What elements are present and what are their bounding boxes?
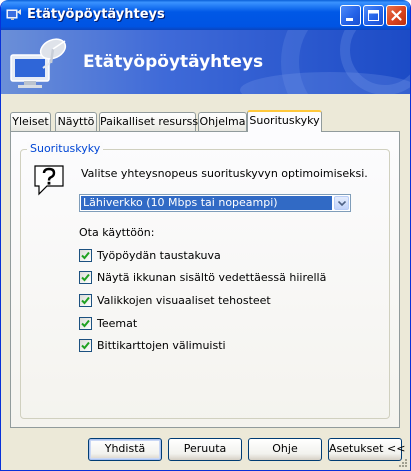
checkbox[interactable] xyxy=(79,271,92,284)
checkmark-icon xyxy=(81,251,90,260)
speed-prompt: Valitse yhteysnopeus suorituskyvyn optim… xyxy=(81,167,368,180)
checkmark-icon xyxy=(81,319,90,328)
performance-tab-panel: Suorituskyky Valitse yhteysnopeus suorit… xyxy=(10,131,400,428)
checkbox[interactable] xyxy=(79,249,92,262)
tab-general[interactable]: Yleiset xyxy=(10,112,51,131)
tab-strip: Yleiset Näyttö Paikalliset resurssit Ohj… xyxy=(10,110,400,132)
connection-speed-select[interactable]: Lähiverkko (10 Mbps tai nopeampi) xyxy=(79,194,351,212)
close-button[interactable] xyxy=(386,5,407,26)
banner-title: Etätyöpöytäyhteys xyxy=(83,52,264,72)
allow-label: Ota käyttöön: xyxy=(79,226,155,239)
group-title: Suorituskyky xyxy=(27,142,104,155)
header-banner: Etätyöpöytäyhteys xyxy=(1,30,410,94)
checkbox-label: Bittikarttojen välimuisti xyxy=(97,339,226,352)
options-button[interactable]: Asetukset << xyxy=(328,438,405,461)
cancel-button[interactable]: Peruuta xyxy=(168,438,242,461)
maximize-button[interactable] xyxy=(363,5,384,26)
remote-desktop-icon xyxy=(6,9,21,20)
tab-performance[interactable]: Suorituskyky xyxy=(247,110,322,132)
title-bar[interactable]: Etätyöpöytäyhteys xyxy=(1,0,410,30)
maximize-icon xyxy=(368,10,379,21)
checkbox-label: Näytä ikkunan sisältö vedettäessä hiirel… xyxy=(97,271,327,284)
minimize-icon xyxy=(346,18,353,21)
tab-display[interactable]: Näyttö xyxy=(55,112,97,131)
resize-grip-icon[interactable] xyxy=(398,458,408,468)
checkbox[interactable] xyxy=(79,317,92,330)
checkmark-icon xyxy=(81,296,90,305)
dropdown-button[interactable] xyxy=(334,196,349,210)
performance-groupbox: Suorituskyky Valitse yhteysnopeus suorit… xyxy=(20,142,390,419)
window-title: Etätyöpöytäyhteys xyxy=(27,7,165,22)
question-icon xyxy=(34,165,64,196)
checkmark-icon xyxy=(81,273,90,282)
checkbox-label: Työpöydän taustakuva xyxy=(97,249,221,262)
remote-desktop-logo-icon xyxy=(10,38,67,88)
checkmark-icon xyxy=(81,341,90,350)
checkbox[interactable] xyxy=(79,294,92,307)
checkbox[interactable] xyxy=(79,339,92,352)
close-icon xyxy=(391,10,402,21)
connection-speed-value: Lähiverkko (10 Mbps tai nopeampi) xyxy=(81,196,332,210)
tab-programs[interactable]: Ohjelma xyxy=(198,112,247,131)
checkbox-label: Teemat xyxy=(97,317,138,330)
minimize-button[interactable] xyxy=(340,5,361,26)
checkbox-label: Valikkojen visuaaliset tehosteet xyxy=(97,294,271,307)
help-button[interactable]: Ohje xyxy=(248,438,322,461)
remote-desktop-window: Etätyöpöytäyhteys Etätyöpöytäyhteys Ylei… xyxy=(0,0,411,471)
chevron-down-icon xyxy=(338,201,346,206)
tab-local-resources[interactable]: Paikalliset resurssit xyxy=(99,112,205,131)
connect-button[interactable]: Yhdistä xyxy=(88,438,162,461)
